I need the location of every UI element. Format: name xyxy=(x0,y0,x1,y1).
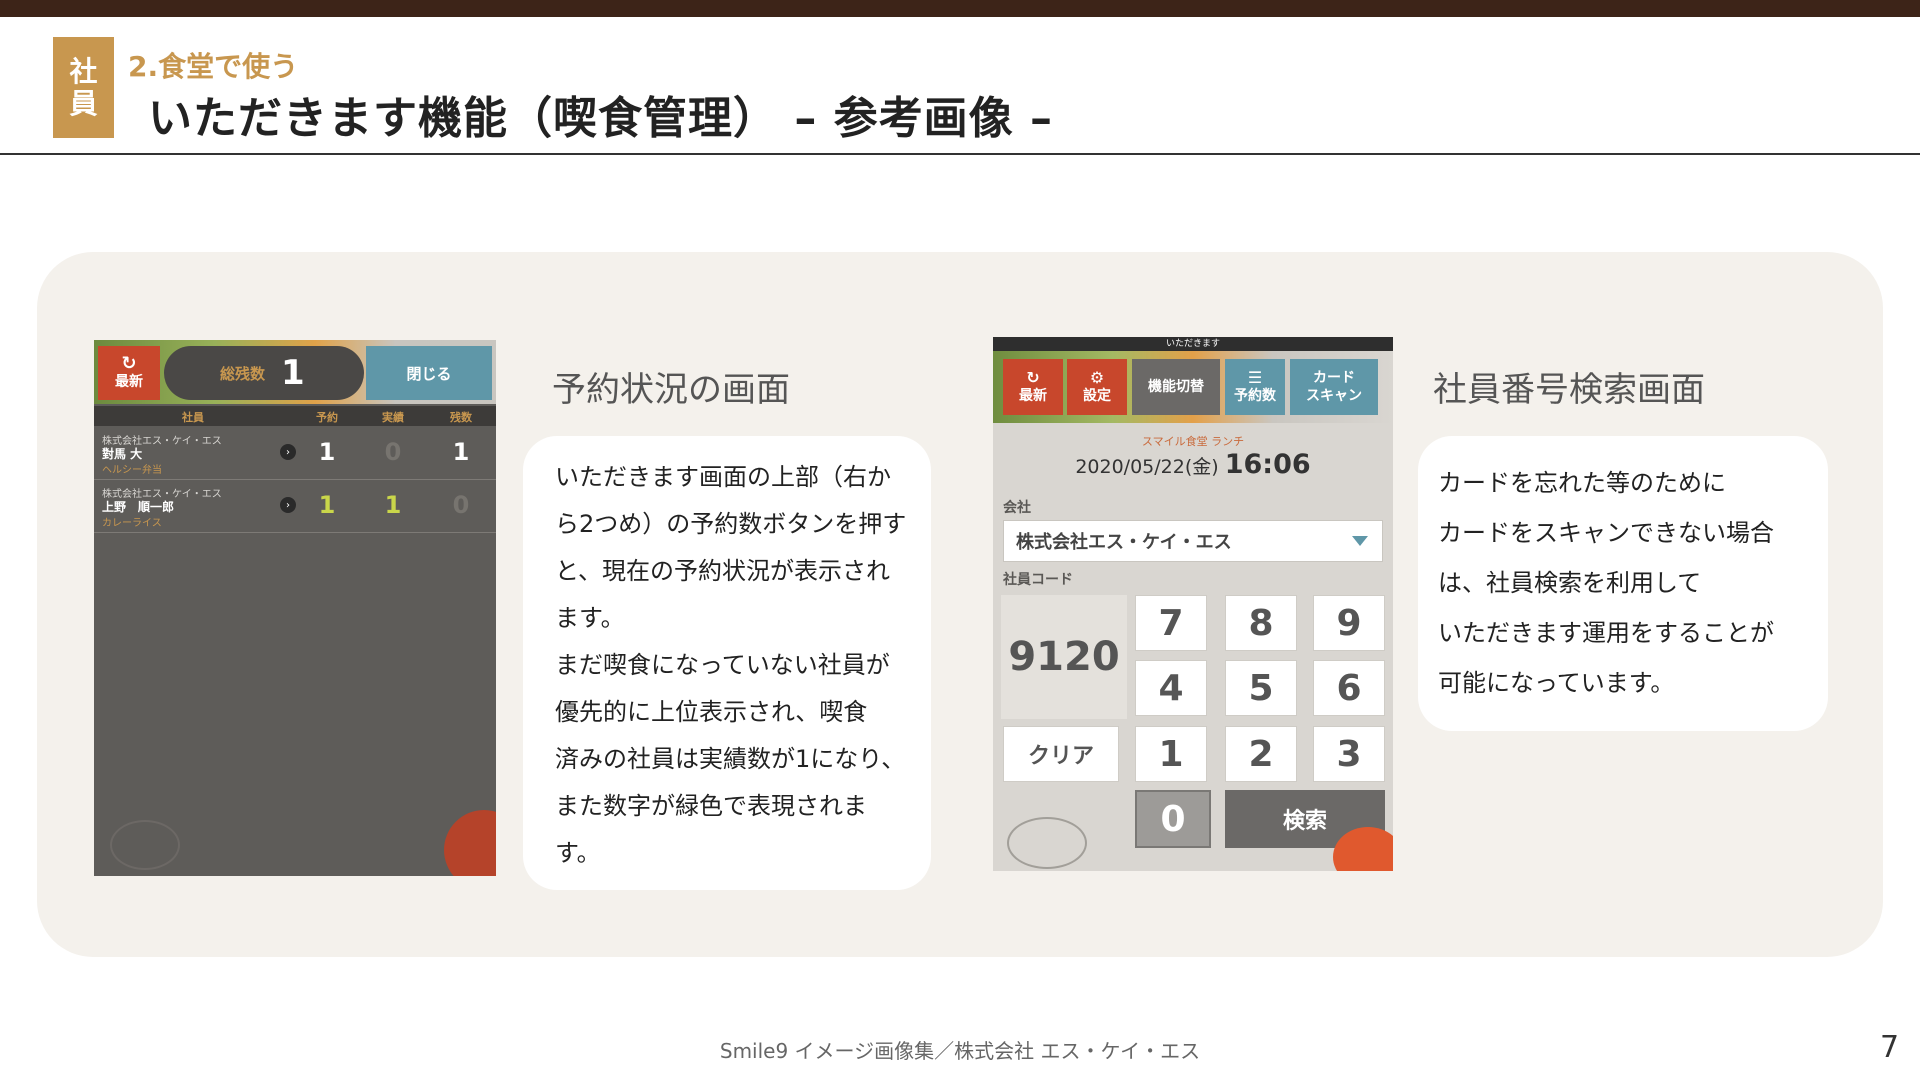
description-line: 済みの社員は実績数が1になり、 xyxy=(555,745,906,773)
list-icon: ☰ xyxy=(1247,368,1263,387)
slide-subtitle: 2.食堂で使う xyxy=(128,50,299,83)
employee-code-label: 社員コード xyxy=(1003,572,1073,588)
keypad-5[interactable]: 5 xyxy=(1225,660,1297,716)
column-header-actual: 実績 xyxy=(382,411,404,424)
keypad-6[interactable]: 6 xyxy=(1313,660,1385,716)
keypad-0[interactable]: 0 xyxy=(1135,790,1211,848)
page-number: 7 xyxy=(1880,1030,1900,1065)
smile-logo-watermark xyxy=(110,820,180,870)
description-line: は、社員検索を利用して xyxy=(1438,569,1702,597)
total-remaining-display: 総残数 1 xyxy=(164,346,364,400)
description-line: す。 xyxy=(555,839,601,867)
keypad-2[interactable]: 2 xyxy=(1225,726,1297,782)
settings-button[interactable]: ⚙ 設定 xyxy=(1067,359,1127,415)
description-line: 可能になっています。 xyxy=(1438,669,1675,697)
company-select-value: 株式会社エス・ケイ・エス xyxy=(1016,532,1232,553)
description-line: いただきます運用をすることが xyxy=(1438,619,1774,647)
description-line: 優先的に上位表示され、喫食 xyxy=(555,698,868,726)
keypad-1[interactable]: 1 xyxy=(1135,726,1207,782)
description-line: また数字が緑色で表現されま xyxy=(555,792,867,820)
search-description-card: カードを忘れた等のために カードをスキャンできない場合 は、社員検索を利用して … xyxy=(1418,436,1828,731)
reservations-label: 予約数 xyxy=(1234,388,1276,404)
column-header-employee: 社員 xyxy=(182,411,204,424)
tomato-decoration xyxy=(444,810,496,876)
row-actual: 1 xyxy=(384,491,402,519)
description-line: ます。 xyxy=(555,604,625,632)
table-header: 社員 予約 実績 残数 xyxy=(94,406,496,426)
smile-logo-watermark xyxy=(1007,817,1087,869)
top-bar xyxy=(0,0,1920,17)
row-actual: 0 xyxy=(384,438,402,466)
row-meal: カレーライス xyxy=(102,518,162,529)
row-remaining: 0 xyxy=(452,491,470,519)
description-line: カードを忘れた等のために xyxy=(1438,469,1726,497)
row-reserved: 1 xyxy=(318,438,336,466)
date: 2020/05/22(金) xyxy=(1075,456,1219,478)
card-scan-button[interactable]: カード スキャン xyxy=(1290,359,1378,415)
row-employee-name: 對馬 大 xyxy=(102,447,143,461)
category-tag-char-2: 員 xyxy=(69,86,98,120)
table-row[interactable]: 株式会社エス・ケイ・エス 上野 順一郎 カレーライス › 1 1 0 xyxy=(94,481,496,533)
reservation-status-screenshot: ↻ 最新 総残数 1 閉じる 社員 予約 実績 残数 株式会社エス・ケイ・エス … xyxy=(94,340,496,876)
keypad-3[interactable]: 3 xyxy=(1313,726,1385,782)
description-line: ら2つめ）の予約数ボタンを押す xyxy=(555,510,907,538)
description-line: と、現在の予約状況が表示され xyxy=(555,557,891,585)
column-header-reserved: 予約 xyxy=(316,411,338,424)
reservation-description: いただきます画面の上部（右か ら2つめ）の予約数ボタンを押す と、現在の予約状況… xyxy=(555,454,906,877)
chevron-right-icon[interactable]: › xyxy=(280,497,296,513)
row-employee-name: 上野 順一郎 xyxy=(102,500,175,514)
time: 16:06 xyxy=(1224,449,1311,480)
column-header-remaining: 残数 xyxy=(450,411,472,424)
keypad-7[interactable]: 7 xyxy=(1135,595,1207,651)
description-line: カードをスキャンできない場合 xyxy=(1438,519,1774,547)
function-switch-button[interactable]: 機能切替 xyxy=(1132,359,1220,415)
company-label: 会社 xyxy=(1003,500,1031,516)
title-divider xyxy=(0,153,1920,155)
date-time: 2020/05/22(金) 16:06 xyxy=(993,449,1393,480)
employee-search-screenshot: いただきます ↻ 最新 ⚙ 設定 機能切替 ☰ 予約数 カード スキャン スマイ… xyxy=(993,337,1393,871)
keypad-9[interactable]: 9 xyxy=(1313,595,1385,651)
chevron-right-icon[interactable]: › xyxy=(280,444,296,460)
employee-code-display: 9120 xyxy=(1001,595,1127,719)
keypad-4[interactable]: 4 xyxy=(1135,660,1207,716)
gear-icon: ⚙ xyxy=(1089,368,1105,387)
clear-button[interactable]: クリア xyxy=(1003,726,1119,782)
row-reserved: 1 xyxy=(318,491,336,519)
search-screen-heading: 社員番号検索画面 xyxy=(1433,370,1705,410)
category-tag-char-1: 社 xyxy=(69,54,98,88)
description-line: いただきます画面の上部（右か xyxy=(555,463,891,491)
slide-title: いただきます機能（喫食管理） – 参考画像 – xyxy=(148,93,1053,144)
category-tag: 社 員 xyxy=(53,37,114,138)
reservation-description-card: いただきます画面の上部（右か ら2つめ）の予約数ボタンを押す と、現在の予約状況… xyxy=(523,436,931,890)
description-line: まだ喫食になっていない社員が xyxy=(555,651,890,679)
footer-credit: Smile9 イメージ画像集／株式会社 エス・ケイ・エス xyxy=(719,1039,1201,1063)
table-row[interactable]: 株式会社エス・ケイ・エス 對馬 大 ヘルシー弁当 › 1 0 1 xyxy=(94,428,496,480)
row-meal: ヘルシー弁当 xyxy=(102,465,162,476)
keypad-8[interactable]: 8 xyxy=(1225,595,1297,651)
window-title: いただきます xyxy=(993,337,1393,351)
reservation-screen-heading: 予約状況の画面 xyxy=(552,370,790,410)
reservations-button[interactable]: ☰ 予約数 xyxy=(1225,359,1285,415)
row-remaining: 1 xyxy=(452,438,470,466)
total-remaining-value: 1 xyxy=(281,353,305,393)
settings-label: 設定 xyxy=(1083,388,1111,404)
card-scan-label-line1: カード xyxy=(1313,370,1355,386)
refresh-label: 最新 xyxy=(115,374,143,390)
refresh-button[interactable]: ↻ 最新 xyxy=(98,346,160,400)
meal-name: スマイル食堂 ランチ xyxy=(1141,435,1245,448)
search-description: カードを忘れた等のために カードをスキャンできない場合 は、社員検索を利用して … xyxy=(1438,458,1774,708)
company-select[interactable]: 株式会社エス・ケイ・エス xyxy=(1003,520,1383,562)
refresh-button[interactable]: ↻ 最新 xyxy=(1003,359,1063,415)
card-scan-label-line2: スキャン xyxy=(1306,388,1362,404)
total-remaining-label: 総残数 xyxy=(220,364,266,383)
refresh-icon: ↻ xyxy=(121,353,137,374)
chevron-down-icon xyxy=(1352,536,1368,546)
function-switch-label: 機能切替 xyxy=(1148,379,1204,395)
refresh-icon: ↻ xyxy=(1026,368,1040,387)
close-button[interactable]: 閉じる xyxy=(366,346,492,400)
refresh-label: 最新 xyxy=(1019,388,1047,404)
